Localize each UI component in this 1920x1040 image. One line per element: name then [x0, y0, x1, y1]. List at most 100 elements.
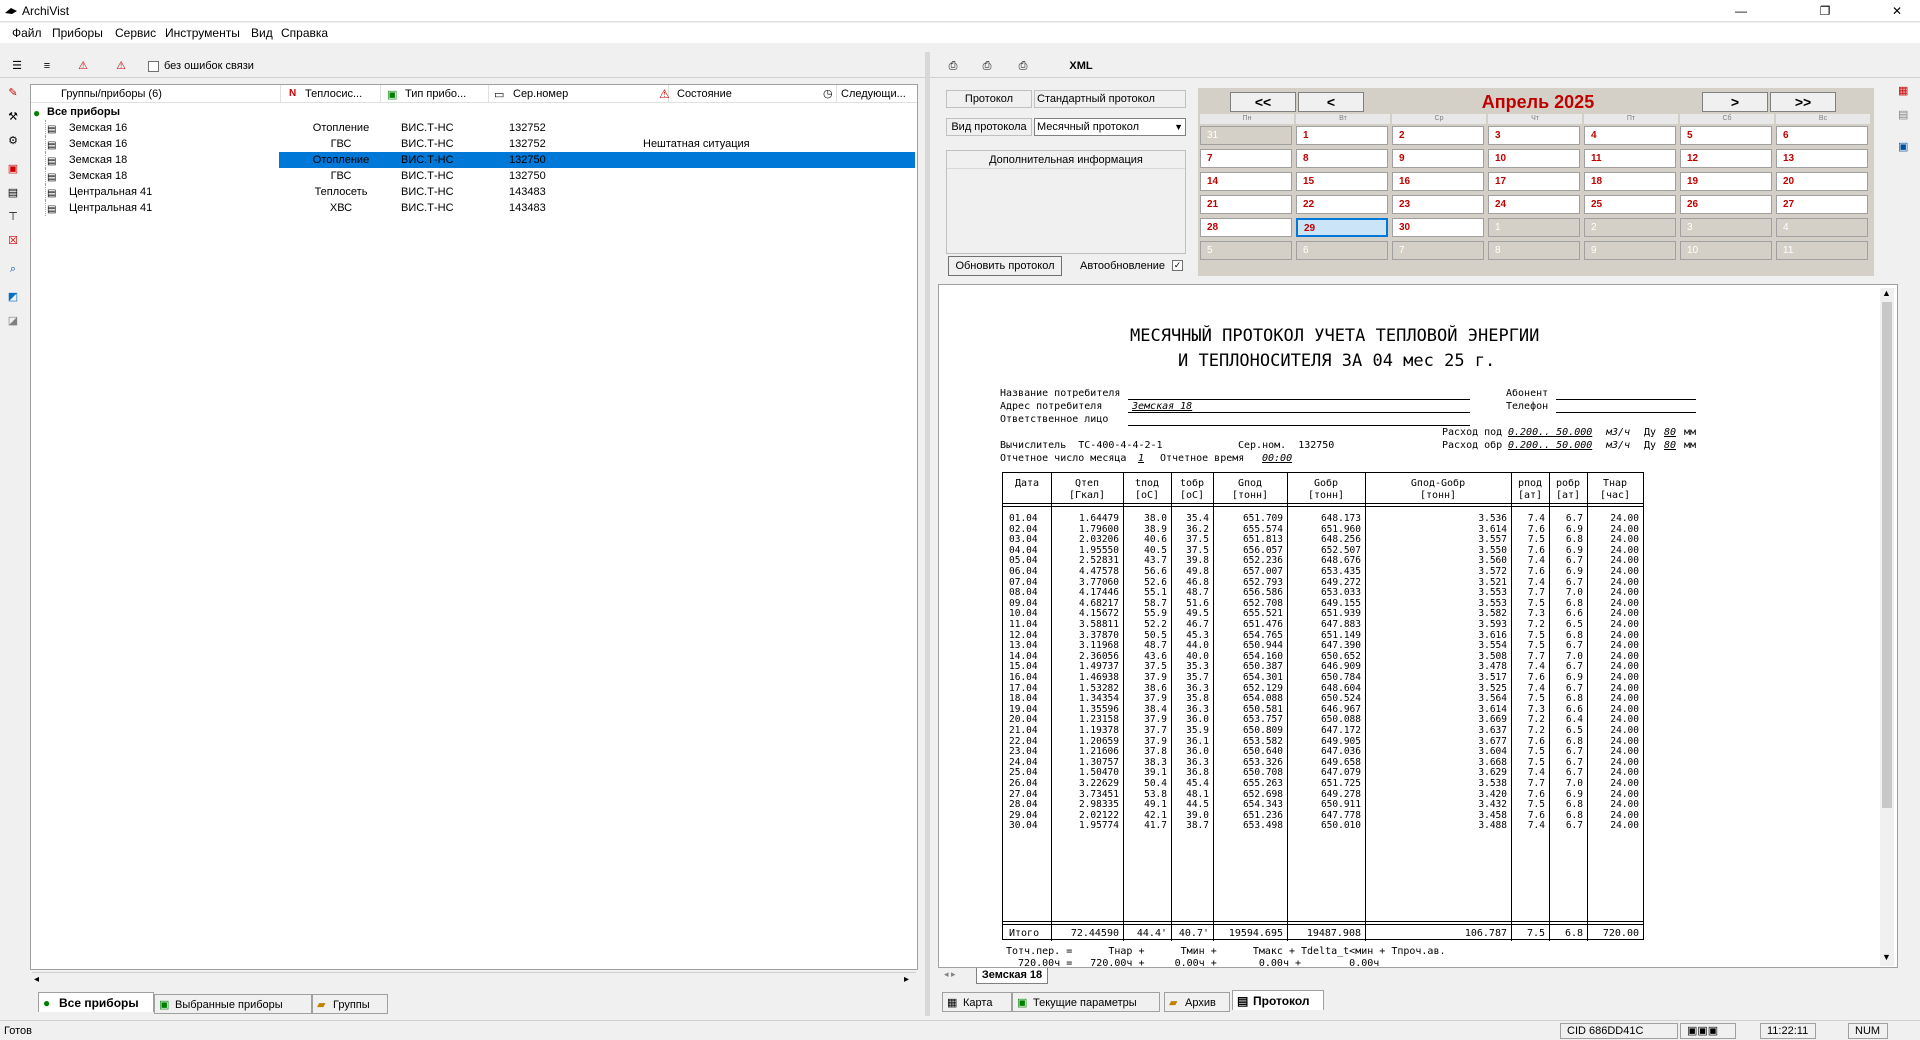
menu-service[interactable]: Сервис	[115, 26, 156, 40]
scroll-up-icon[interactable]: ▲	[1882, 288, 1891, 298]
calendar-day[interactable]: 7	[1200, 149, 1292, 168]
col-groups[interactable]: Группы/приборы (6)	[31, 85, 281, 103]
device-row[interactable]: ▤ Центральная 41 ХВС ВИС.Т-НС 143483	[31, 200, 917, 216]
calendar-day[interactable]: 11	[1584, 149, 1676, 168]
calendar-day[interactable]: 8	[1488, 241, 1580, 260]
calendar-next-next-button[interactable]: >>	[1770, 92, 1836, 112]
list-view-icon[interactable]: ☰	[6, 56, 28, 76]
calendar-day[interactable]: 2	[1392, 126, 1484, 145]
calendar-day[interactable]: 4	[1584, 126, 1676, 145]
device-row[interactable]: ▤ Центральная 41 Теплосеть ВИС.Т-НС 143483	[31, 184, 917, 200]
calendar-day[interactable]: 6	[1776, 126, 1868, 145]
calendar-day[interactable]: 22	[1296, 195, 1388, 214]
autoupdate-checkbox[interactable]: ✓	[1172, 260, 1183, 271]
maximize-button[interactable]: ❐	[1802, 0, 1848, 22]
col-device-type[interactable]: Тип прибо...	[401, 85, 489, 103]
col-heat-system[interactable]: Теплосис...	[301, 85, 381, 103]
calendar-day[interactable]: 10	[1680, 241, 1772, 260]
calendar-day[interactable]: 25	[1584, 195, 1676, 214]
tab-groups[interactable]: ▰ Группы	[312, 994, 388, 1014]
close-button[interactable]: ✕	[1874, 0, 1920, 22]
calendar-day[interactable]: 17	[1488, 172, 1580, 191]
calendar-day[interactable]: 4	[1776, 218, 1868, 237]
print-setup-icon[interactable]: ⎙	[1012, 56, 1034, 76]
xml-button[interactable]: XML	[1066, 56, 1096, 76]
calendar-day[interactable]: 28	[1200, 218, 1292, 237]
calendar-day[interactable]: 16	[1392, 172, 1484, 191]
calendar-day[interactable]: 31	[1200, 126, 1292, 145]
connect-icon[interactable]: ✎	[4, 84, 22, 102]
network-icon[interactable]: ▣	[4, 160, 22, 178]
device-icon[interactable]: ▤	[4, 184, 22, 202]
minimize-button[interactable]: —	[1718, 0, 1764, 22]
tree-view-icon[interactable]: ≡	[36, 56, 58, 76]
calendar-day[interactable]: 30	[1392, 218, 1484, 237]
calendar-day[interactable]: 7	[1392, 241, 1484, 260]
tab-selected-devices[interactable]: ▣ Выбранные приборы	[154, 994, 312, 1014]
calendar-day[interactable]: 2	[1584, 218, 1676, 237]
menu-file[interactable]: Файл	[12, 26, 42, 40]
link-icon[interactable]: ⚙	[4, 132, 22, 150]
refresh-protocol-button[interactable]: Обновить протокол	[948, 256, 1062, 276]
menu-view[interactable]: Вид	[251, 26, 273, 40]
calendar-day[interactable]: 3	[1488, 126, 1580, 145]
calendar-day[interactable]: 10	[1488, 149, 1580, 168]
calendar-day[interactable]: 6	[1296, 241, 1388, 260]
tab-map[interactable]: ▦ Карта	[942, 992, 1012, 1012]
search-icon[interactable]: ⌕	[4, 260, 22, 278]
sheet-tab[interactable]: Земская 18	[976, 968, 1048, 984]
calendar-day[interactable]: 29	[1296, 218, 1388, 237]
calendar-day[interactable]: 15	[1296, 172, 1388, 191]
chart-icon[interactable]: ◩	[4, 288, 22, 306]
sheet-nav-icon[interactable]: ◂ ▸	[944, 969, 956, 980]
calendar-day[interactable]: 13	[1776, 149, 1868, 168]
pipe-icon[interactable]: ⊤	[4, 208, 22, 226]
print-preview-icon[interactable]: ⎙	[976, 56, 998, 76]
splitter[interactable]	[925, 52, 930, 1016]
calendar-day[interactable]: 1	[1296, 126, 1388, 145]
wrench-icon[interactable]: ⚒	[4, 108, 22, 126]
alarm-all-icon[interactable]: ⚠	[110, 56, 132, 76]
graph-icon[interactable]: ◪	[4, 312, 22, 330]
settings-icon[interactable]: ▤	[1898, 108, 1908, 121]
calendar-prev-prev-button[interactable]: <<	[1230, 92, 1296, 112]
calendar-day[interactable]: 5	[1680, 126, 1772, 145]
calendar-day[interactable]: 9	[1392, 149, 1484, 168]
tab-current-params[interactable]: ▣ Текущие параметры	[1012, 992, 1160, 1012]
link-errors-checkbox[interactable]	[148, 61, 159, 72]
calendar-day[interactable]: 21	[1200, 195, 1292, 214]
scroll-thumb[interactable]	[1882, 302, 1892, 808]
protocol-kind-select[interactable]: Месячный протокол ▼	[1034, 118, 1186, 136]
calendar-day[interactable]: 12	[1680, 149, 1772, 168]
device-row[interactable]: ▤ Земская 16 ГВС ВИС.Т-НС 132752 Нештатная си…	[31, 136, 917, 152]
tab-all-devices[interactable]: ● Все приборы	[38, 992, 154, 1012]
report-vertical-scrollbar[interactable]: ▲ ▼	[1880, 288, 1894, 966]
scroll-right-icon[interactable]: ▸	[904, 974, 909, 985]
device-row[interactable]: ▤ Земская 18 ГВС ВИС.Т-НС 132750	[31, 168, 917, 184]
calendar-day[interactable]: 8	[1296, 149, 1388, 168]
calendar-day[interactable]: 1	[1488, 218, 1580, 237]
tab-protocol[interactable]: ▤ Протокол	[1232, 990, 1324, 1010]
calendar-day[interactable]: 20	[1776, 172, 1868, 191]
calendar-day[interactable]: 3	[1680, 218, 1772, 237]
col-state[interactable]: Состояние	[673, 85, 837, 103]
calendar-day[interactable]: 11	[1776, 241, 1868, 260]
calendar-day[interactable]: 24	[1488, 195, 1580, 214]
col-serial[interactable]: Сер.номер	[509, 85, 669, 103]
menu-devices[interactable]: Приборы	[52, 26, 103, 40]
additional-info-box[interactable]: Дополнительная информация	[946, 150, 1186, 254]
calendar-day[interactable]: 23	[1392, 195, 1484, 214]
calendar-day[interactable]: 19	[1680, 172, 1772, 191]
scroll-down-icon[interactable]: ▼	[1882, 952, 1891, 962]
calendar-day[interactable]: 27	[1776, 195, 1868, 214]
col-next[interactable]: Следующи...	[837, 85, 917, 103]
calendar-next-button[interactable]: >	[1702, 92, 1768, 112]
scroll-left-icon[interactable]: ◂	[34, 974, 39, 985]
export-icon[interactable]: ▦	[1898, 84, 1908, 97]
calendar-day[interactable]: 26	[1680, 195, 1772, 214]
save-icon[interactable]: ▣	[1898, 140, 1908, 153]
calendar-prev-button[interactable]: <	[1298, 92, 1364, 112]
calendar-day[interactable]: 14	[1200, 172, 1292, 191]
tab-archive[interactable]: ▰ Архив	[1164, 992, 1230, 1012]
horizontal-scrollbar[interactable]: ◂ ▸	[32, 972, 916, 988]
